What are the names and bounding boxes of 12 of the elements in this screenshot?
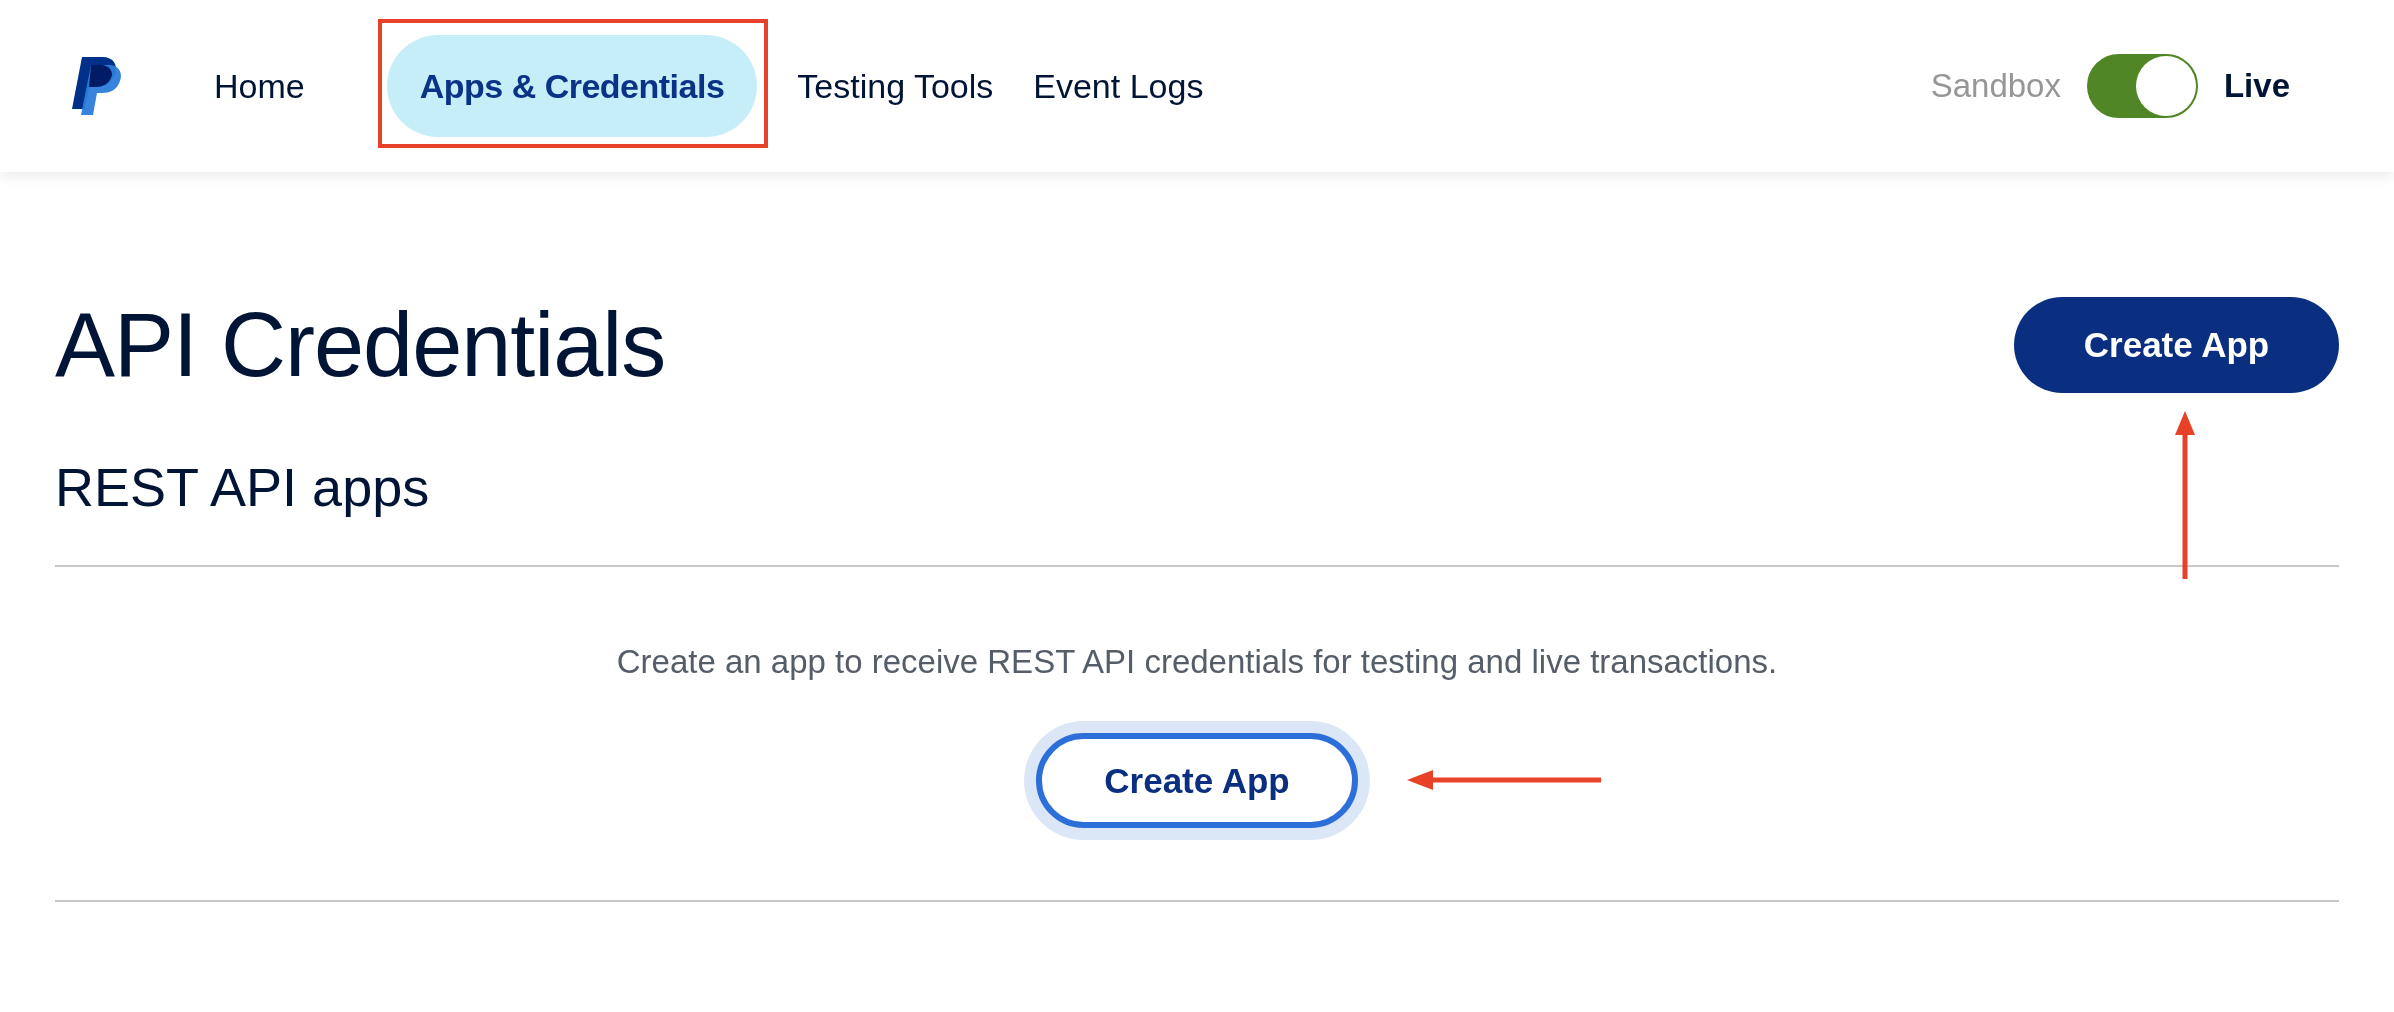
- create-app-button[interactable]: Create App: [1036, 733, 1358, 828]
- create-app-button[interactable]: Create App: [2014, 297, 2339, 393]
- page-title: API Credentials: [55, 295, 666, 395]
- nav-tab[interactable]: Testing Tools: [797, 35, 994, 137]
- nav-tab[interactable]: Home: [214, 35, 305, 137]
- section-title: REST API apps: [55, 455, 2339, 567]
- nav-tab[interactable]: Apps & Credentials: [386, 35, 758, 137]
- environment-label: Sandbox: [1930, 67, 2061, 105]
- logo-icon[interactable]: [72, 57, 122, 115]
- environment-label: Live: [2223, 67, 2290, 105]
- empty-state-text: Create an app to receive REST API credentials for testing and live transactions.: [616, 643, 1778, 681]
- nav-tab[interactable]: Event Logs: [1033, 35, 1204, 137]
